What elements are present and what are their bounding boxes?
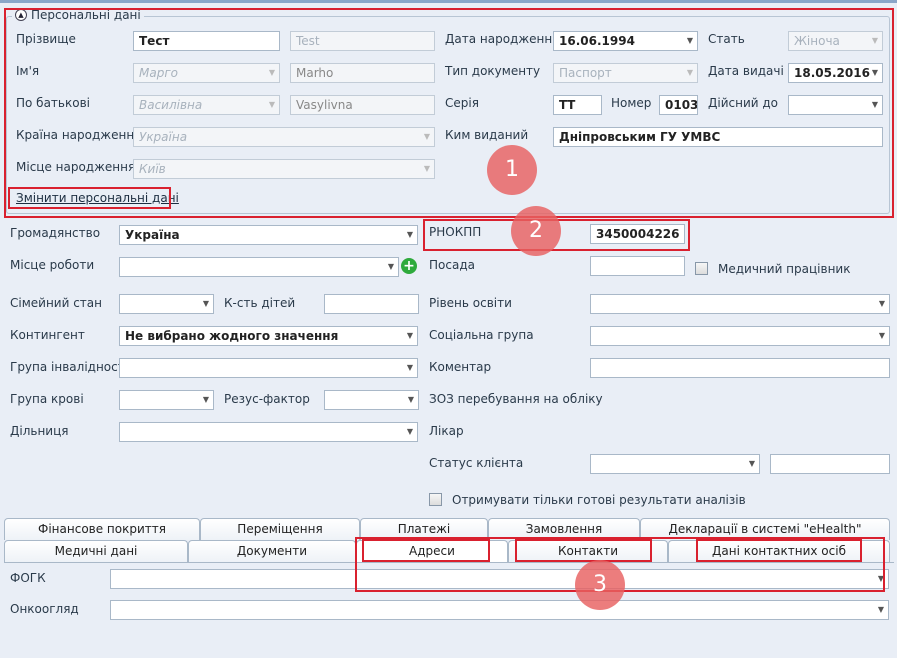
zoz-label: ЗОЗ перебування на обліку [429,392,603,406]
dropdown-arrow-icon[interactable]: ▼ [388,258,394,276]
dropdown-arrow-icon[interactable]: ▼ [407,359,413,377]
annotation-badge-3: 3 [575,560,625,610]
dropdown-arrow-icon[interactable]: ▼ [879,295,885,313]
education-label: Рівень освіти [429,296,512,310]
highlight-change-link [8,187,171,209]
marital-status-select[interactable]: ▼ [119,294,214,314]
medical-worker-checkbox[interactable] [695,262,708,275]
client-status-label: Статус клієнта [429,456,524,470]
onco-label: Онкоогляд [10,602,79,616]
annotation-badge-2: 2 [511,206,561,256]
marital-status-label: Сімейний стан [10,296,102,310]
tab-movements[interactable]: Переміщення [200,518,360,540]
workplace-label: Місце роботи [10,258,95,272]
annotation-badge-1: 1 [487,145,537,195]
ready-results-checkbox[interactable] [429,493,442,506]
education-select[interactable]: ▼ [590,294,890,314]
dropdown-arrow-icon[interactable]: ▼ [408,391,414,409]
medical-worker-label: Медичний працівник [718,262,851,276]
dropdown-arrow-icon[interactable]: ▼ [407,327,413,345]
position-input[interactable] [590,256,685,276]
tab-documents[interactable]: Документи [188,540,356,562]
highlight-addresses-tab [362,539,490,562]
doctor-label: Лікар [429,424,464,438]
comment-input[interactable] [590,358,890,378]
district-label: Дільниця [10,424,69,438]
social-group-label: Соціальна група [429,328,534,342]
dropdown-arrow-icon[interactable]: ▼ [407,423,413,441]
dropdown-arrow-icon[interactable]: ▼ [203,391,209,409]
dropdown-arrow-icon[interactable]: ▼ [879,327,885,345]
social-group-select[interactable]: ▼ [590,326,890,346]
district-select[interactable]: ▼ [119,422,418,442]
client-status-select[interactable]: ▼ [590,454,760,474]
dropdown-arrow-icon[interactable]: ▼ [749,455,755,473]
dropdown-arrow-icon[interactable]: ▼ [203,295,209,313]
tab-financial-coverage[interactable]: Фінансове покриття [4,518,200,540]
contingent-label: Контингент [10,328,85,342]
rh-factor-label: Резус-фактор [224,392,310,406]
workplace-select[interactable]: ▼ [119,257,399,277]
ready-results-label: Отримувати тільки готові результати анал… [452,493,746,507]
disability-group-select[interactable]: ▼ [119,358,418,378]
highlight-contacts-tab [515,539,652,562]
position-label: Посада [429,258,475,272]
highlight-contact-persons-tab [696,539,862,562]
client-status-extra-input[interactable] [770,454,890,474]
children-count-input[interactable] [324,294,419,314]
onco-select[interactable]: ▼ [110,600,889,620]
children-count-label: К-сть дітей [224,296,296,310]
comment-label: Коментар [429,360,492,374]
window-top-border [0,0,897,3]
rh-factor-select[interactable]: ▼ [324,390,419,410]
blood-group-label: Група крові [10,392,84,406]
tab-medical-data[interactable]: Медичні дані [4,540,188,562]
fogk-label: ФОГК [10,571,46,585]
dropdown-arrow-icon[interactable]: ▼ [878,601,884,619]
add-workplace-plus-icon[interactable]: + [401,258,417,274]
citizenship-label: Громадянство [10,226,101,240]
contingent-select[interactable]: Не вибрано жодного значення ▼ [119,326,418,346]
citizenship-select[interactable]: Україна ▼ [119,225,418,245]
dropdown-arrow-icon[interactable]: ▼ [407,226,413,244]
blood-group-select[interactable]: ▼ [119,390,214,410]
disability-group-label: Група інвалідності [10,360,129,374]
